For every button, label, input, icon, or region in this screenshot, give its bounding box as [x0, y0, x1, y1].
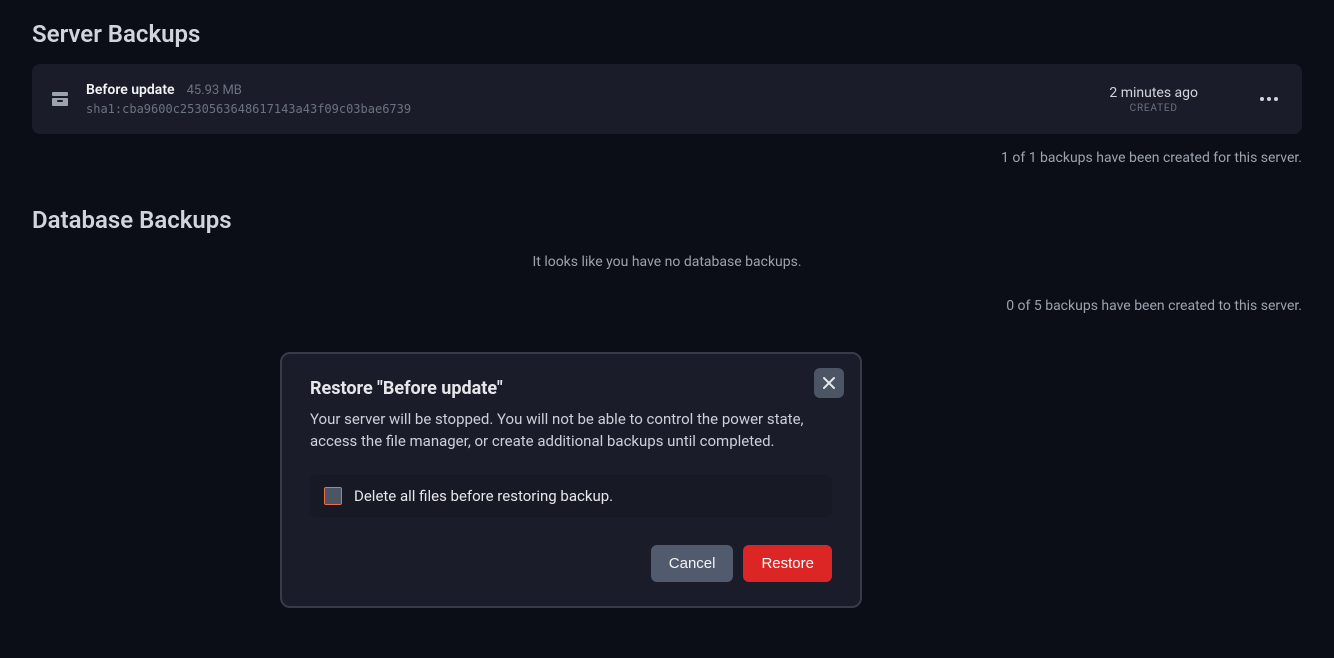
database-backups-title: Database Backups — [32, 206, 1302, 234]
backup-row[interactable]: Before update 45.93 MB sha1:cba9600c2530… — [32, 64, 1302, 134]
delete-files-checkbox-row[interactable]: Delete all files before restoring backup… — [310, 475, 832, 517]
backup-time: 2 minutes ago CREATED — [1109, 85, 1198, 114]
database-backups-empty: It looks like you have no database backu… — [32, 254, 1302, 270]
modal-body: Your server will be stopped. You will no… — [310, 409, 832, 453]
backup-actions-button[interactable] — [1256, 93, 1282, 105]
backup-time-label: CREATED — [1109, 103, 1198, 114]
archive-icon — [52, 92, 68, 106]
backup-size: 45.93 MB — [187, 83, 242, 98]
close-button[interactable] — [814, 368, 844, 398]
backup-name: Before update — [86, 82, 175, 98]
cancel-button[interactable]: Cancel — [651, 545, 734, 582]
backup-hash: sha1:cba9600c2530563648617143a43f09c03ba… — [86, 102, 1091, 116]
server-backups-status: 1 of 1 backups have been created for thi… — [32, 150, 1302, 166]
server-backups-title: Server Backups — [32, 20, 1302, 48]
close-icon — [822, 376, 836, 390]
backup-info: Before update 45.93 MB sha1:cba9600c2530… — [86, 82, 1091, 116]
delete-files-label: Delete all files before restoring backup… — [354, 487, 613, 505]
restore-button[interactable]: Restore — [743, 545, 832, 582]
database-backups-status: 0 of 5 backups have been created to this… — [32, 298, 1302, 314]
page-content: Server Backups Before update 45.93 MB sh… — [0, 0, 1334, 334]
modal-actions: Cancel Restore — [310, 545, 832, 582]
modal-title: Restore "Before update" — [310, 378, 503, 399]
restore-modal: Restore "Before update" Your server will… — [280, 352, 862, 608]
backup-time-ago: 2 minutes ago — [1109, 85, 1198, 101]
checkbox-icon — [324, 487, 342, 505]
